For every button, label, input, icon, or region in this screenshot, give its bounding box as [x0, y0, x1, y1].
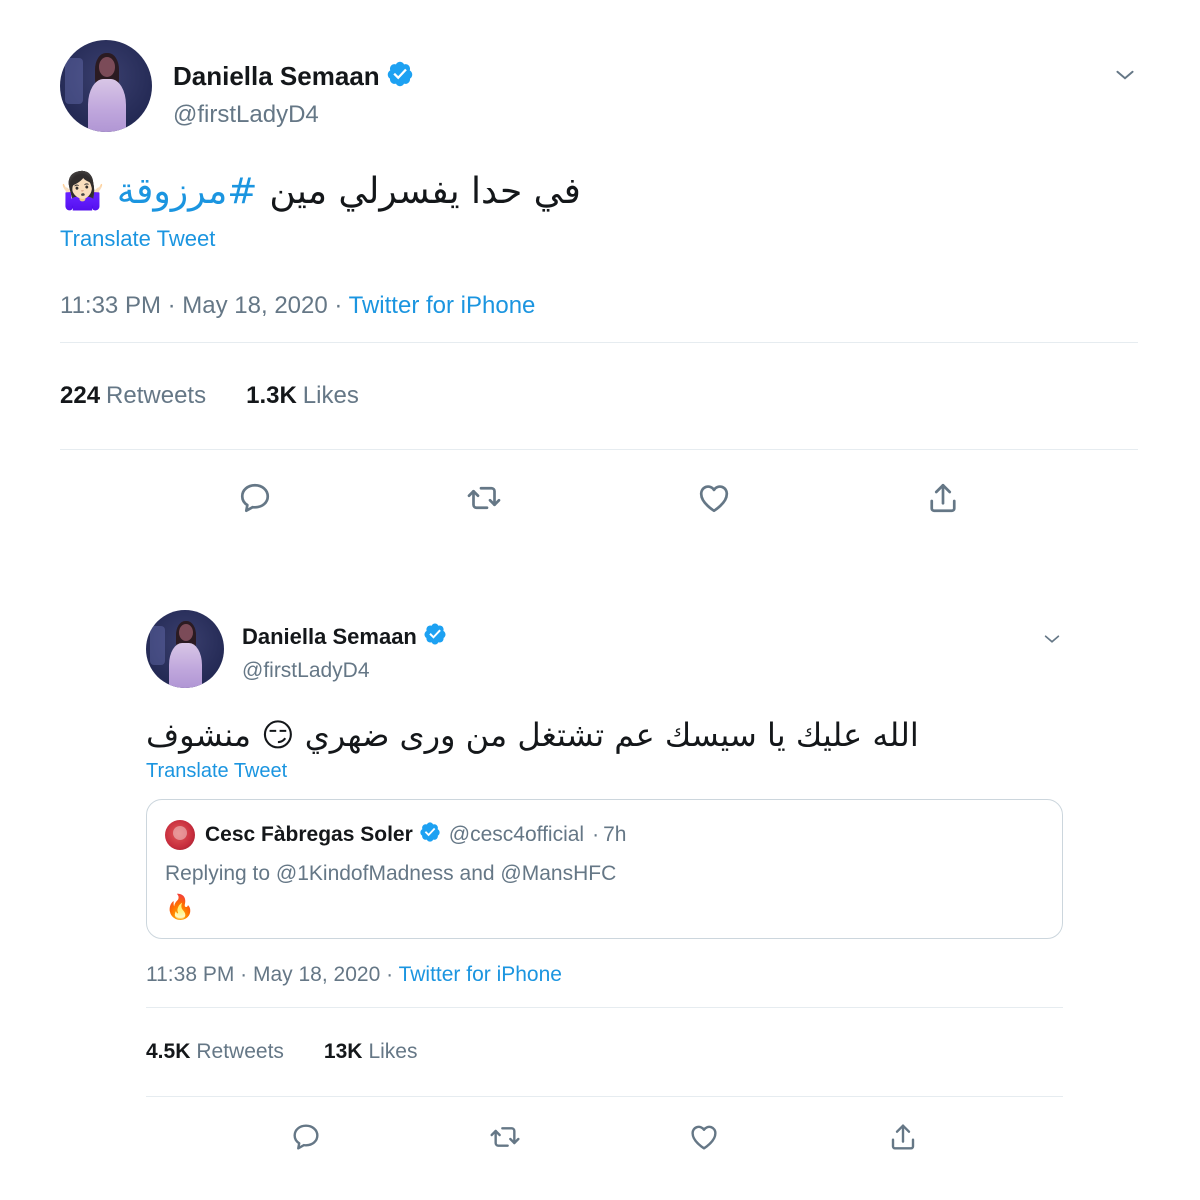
retweets-count: 4.5K	[146, 1040, 191, 1063]
verified-badge-icon	[419, 821, 441, 849]
author-names: Daniella Semaan @firstLadyD4	[173, 60, 414, 129]
reply-and: and	[459, 862, 495, 885]
meta-separator: ·	[240, 963, 253, 986]
likes-stat[interactable]: 13K Likes	[324, 1040, 418, 1064]
reply-icon[interactable]	[231, 474, 279, 522]
share-icon[interactable]	[879, 1113, 927, 1161]
fire-emoji: 🔥	[165, 894, 195, 921]
like-icon[interactable]	[680, 1113, 728, 1161]
display-name[interactable]: Daniella Semaan	[242, 624, 417, 650]
likes-count: 13K	[323, 1040, 363, 1063]
handle[interactable]: @firstLadyD4	[173, 101, 414, 129]
tweet-source-link[interactable]: Twitter for iPhone	[399, 963, 562, 986]
retweets-stat[interactable]: 4.5K Retweets	[146, 1040, 284, 1064]
likes-label: Likes	[302, 382, 359, 409]
display-name[interactable]: Daniella Semaan	[173, 61, 380, 92]
retweets-label: Retweets	[106, 382, 207, 409]
tweet-actions	[146, 1097, 1063, 1177]
retweet-icon[interactable]	[460, 474, 508, 522]
replying-prefix: Replying to	[165, 862, 271, 885]
hashtag-link[interactable]: #مرزوقة	[117, 171, 258, 212]
tweet-main: Daniella Semaan @firstLadyD4 في حدا يفسر…	[60, 40, 1138, 546]
verified-badge-icon	[386, 60, 414, 93]
reply-user-link[interactable]: @MansHFC	[500, 862, 616, 885]
tweet-quote: Daniella Semaan @firstLadyD4 الله عليك ي…	[146, 610, 1063, 1177]
avatar[interactable]	[146, 610, 224, 688]
translate-tweet-link[interactable]: Translate Tweet	[60, 226, 1138, 252]
tweet-stats: 224 Retweets 1.3K Likes	[60, 343, 1138, 449]
quoted-age: 7h	[603, 823, 627, 846]
like-icon[interactable]	[690, 474, 738, 522]
tweet-header: Daniella Semaan @firstLadyD4	[60, 40, 1138, 132]
tweet-time[interactable]: 11:38 PM	[146, 963, 234, 986]
tweet-date[interactable]: May 18, 2020	[253, 963, 380, 986]
translate-tweet-link[interactable]: Translate Tweet	[146, 760, 1063, 783]
tweet-text-part: في حدا يفسرلي مين	[269, 170, 581, 212]
tweet-time[interactable]: 11:33 PM	[60, 292, 161, 319]
tweet-meta: 11:38 PM · May 18, 2020 · Twitter for iP…	[146, 963, 1063, 987]
author-names: Daniella Semaan @firstLadyD4	[242, 622, 447, 683]
tweet-meta: 11:33 PM · May 18, 2020 · Twitter for iP…	[60, 292, 1138, 320]
likes-count: 1.3K	[246, 382, 297, 409]
quoted-tweet-card[interactable]: Cesc Fàbregas Soler @cesc4official · 7h …	[146, 799, 1063, 939]
retweets-label: Retweets	[196, 1040, 284, 1063]
likes-label: Likes	[368, 1040, 418, 1063]
tweet-text-part: الله عليك يا سيسك عم تشتغل من ورى ضهري 😏…	[146, 716, 919, 754]
chevron-down-icon[interactable]	[1112, 62, 1138, 93]
tweet-stats: 4.5K Retweets 13K Likes	[146, 1008, 1063, 1096]
meta-separator: ·	[592, 823, 600, 846]
retweets-stat[interactable]: 224 Retweets	[60, 382, 206, 410]
meta-separator: ·	[167, 292, 183, 319]
tweet-header: Daniella Semaan @firstLadyD4	[146, 610, 1063, 688]
verified-badge-icon	[423, 622, 447, 651]
replying-to: Replying to @1KindofMadness and @MansHFC	[165, 862, 1044, 886]
quoted-handle: @cesc4official	[448, 823, 585, 846]
reply-icon[interactable]	[282, 1113, 330, 1161]
retweet-icon[interactable]	[481, 1113, 529, 1161]
chevron-down-icon[interactable]	[1041, 628, 1063, 655]
quoted-display-name: Cesc Fàbregas Soler	[205, 823, 413, 846]
share-icon[interactable]	[919, 474, 967, 522]
tweet-source-link[interactable]: Twitter for iPhone	[349, 292, 536, 319]
avatar[interactable]	[60, 40, 152, 132]
tweet-date[interactable]: May 18, 2020	[182, 292, 327, 319]
shrug-emoji: 🤷🏻‍♀️	[60, 171, 105, 212]
reply-user-link[interactable]: @1KindofMadness	[276, 862, 454, 885]
tweet-actions	[60, 450, 1138, 546]
retweets-count: 224	[60, 382, 101, 409]
handle[interactable]: @firstLadyD4	[242, 659, 447, 683]
meta-separator: ·	[386, 963, 399, 986]
tweet-text: الله عليك يا سيسك عم تشتغل من ورى ضهري 😏…	[146, 716, 1063, 754]
avatar	[165, 820, 195, 850]
quoted-tweet-header: Cesc Fàbregas Soler @cesc4official · 7h	[165, 820, 1044, 850]
meta-separator: ·	[334, 292, 349, 319]
tweet-text: في حدا يفسرلي مين #مرزوقة 🤷🏻‍♀️	[60, 170, 1138, 213]
likes-stat[interactable]: 1.3K Likes	[246, 382, 359, 410]
